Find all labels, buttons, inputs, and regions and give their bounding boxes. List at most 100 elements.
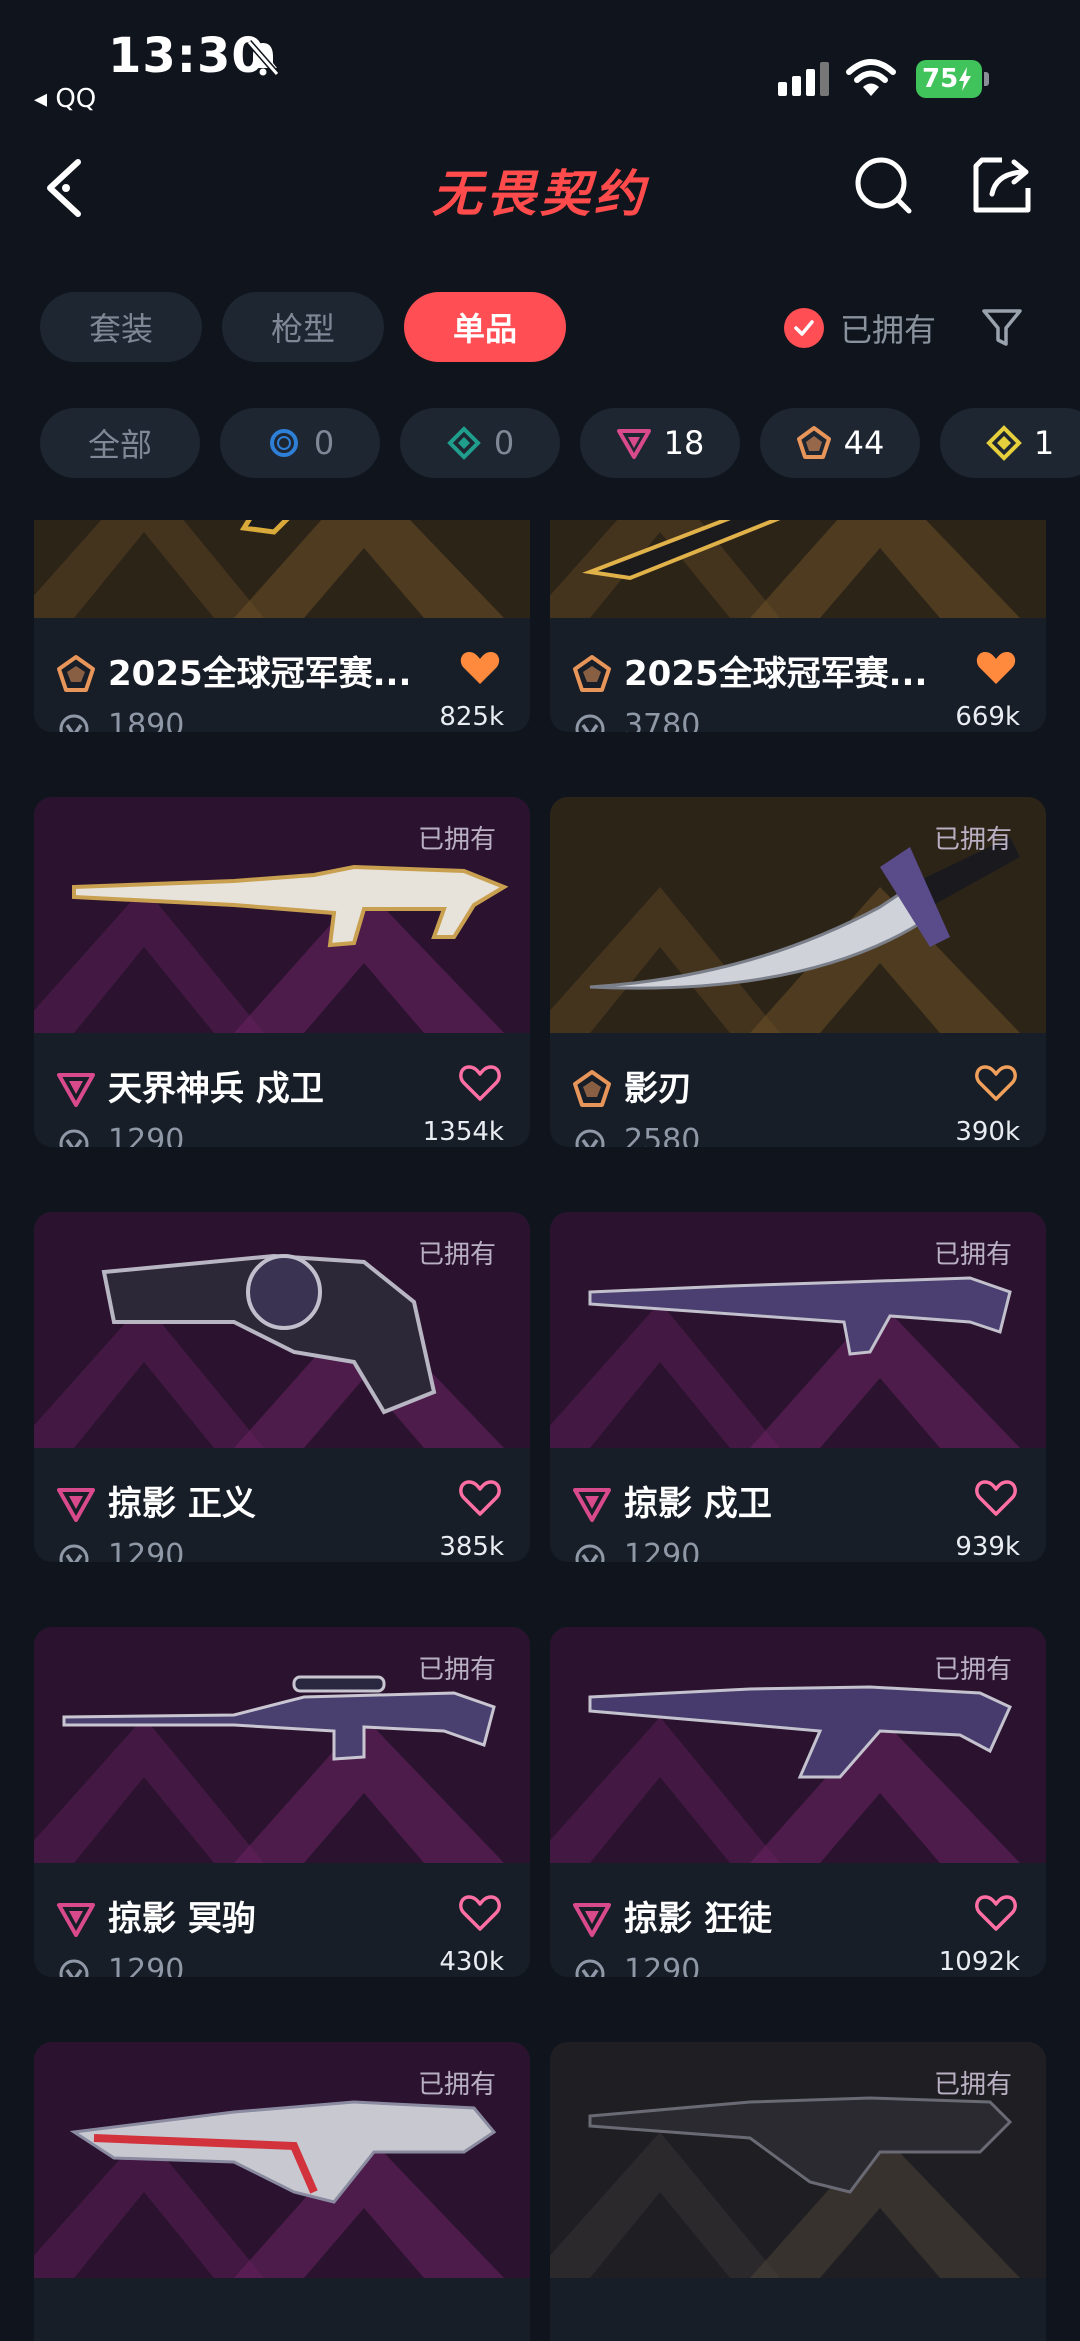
vp-currency-icon — [59, 1129, 89, 1147]
premium-tier-icon — [57, 1903, 95, 1937]
exclusive-tier-icon — [573, 1070, 611, 1107]
item-card[interactable]: 已拥有 — [34, 2042, 530, 2341]
item-name: 掠影 冥驹 — [108, 1899, 256, 1939]
item-card[interactable]: 已拥有 — [550, 2042, 1046, 2341]
item-price: 2580 — [624, 1123, 701, 1147]
premium-tier-icon — [57, 1073, 95, 1107]
owned-filter-toggle[interactable]: 已拥有 — [784, 303, 936, 353]
item-card[interactable]: 已拥有2025全球冠军赛...1890825k — [34, 520, 530, 732]
vp-currency-icon — [59, 1544, 89, 1562]
item-card[interactable]: 已拥有掠影 冥驹 1290 430k — [34, 1627, 530, 1977]
ultra-tier-icon — [985, 425, 1022, 461]
item-card[interactable]: 已拥有2025全球冠军赛...3780669k — [550, 520, 1046, 732]
heart-icon[interactable] — [974, 1063, 1018, 1103]
premium-tier-icon — [616, 429, 651, 459]
like-count: 669k — [955, 702, 1020, 732]
heart-icon[interactable] — [974, 1478, 1018, 1518]
vp-currency-icon — [575, 1959, 605, 1977]
heart-icon[interactable] — [974, 1893, 1018, 1933]
like-count: 390k — [955, 1117, 1020, 1147]
like-count: 1354k — [422, 1117, 504, 1147]
item-name: 2025全球冠军赛... — [108, 654, 412, 694]
chip-ultra-tier[interactable]: 1 — [940, 408, 1080, 478]
share-icon[interactable] — [972, 154, 1034, 216]
chip-select-tier[interactable]: 0 — [220, 408, 380, 478]
back-to-app-link[interactable]: ◂ QQ — [34, 84, 96, 114]
item-price: 1290 — [108, 1538, 185, 1562]
tab-single-items[interactable]: 单品 — [404, 292, 566, 362]
item-card[interactable]: 已拥有掠影 正义 1290 385k — [34, 1212, 530, 1562]
item-name: 2025全球冠军赛... — [624, 654, 928, 694]
item-image — [550, 520, 1046, 618]
wifi-icon — [846, 59, 896, 96]
deluxe-tier-icon — [446, 426, 481, 460]
exclusive-tier-icon — [796, 426, 831, 459]
item-name: 掠影 戍卫 — [624, 1484, 772, 1524]
item-price: 3780 — [624, 708, 701, 732]
check-icon — [784, 308, 824, 348]
tab-bundles[interactable]: 套装 — [40, 292, 202, 362]
battery-cap — [984, 72, 989, 86]
category-tabs: 套装 枪型 单品 — [40, 292, 566, 362]
search-icon[interactable] — [852, 154, 914, 216]
heart-icon[interactable] — [458, 1893, 502, 1933]
item-name: 掠影 正义 — [108, 1484, 256, 1524]
item-card[interactable]: 已拥有掠影 狂徒 1290 1092k — [550, 1627, 1046, 1977]
owned-tag: 已拥有 — [933, 2070, 1012, 2100]
chip-count: 0 — [493, 424, 515, 462]
like-count: 939k — [955, 1532, 1020, 1562]
heart-icon[interactable] — [458, 1478, 502, 1518]
like-count: 430k — [439, 1947, 504, 1977]
item-price: 1290 — [108, 1953, 185, 1977]
vp-currency-icon — [575, 1544, 605, 1562]
premium-tier-icon — [573, 1903, 611, 1937]
item-card[interactable]: 已拥有 掠影 戍卫 1290 939k — [550, 1212, 1046, 1562]
chip-all[interactable]: 全部 — [40, 408, 200, 478]
owned-tag: 已拥有 — [417, 825, 496, 855]
bell-muted-icon — [246, 40, 280, 76]
battery-level: 75 — [922, 64, 959, 94]
item-card[interactable]: 已拥有 影刃 2580 390k — [550, 797, 1046, 1147]
chip-count: 1 — [1033, 424, 1055, 462]
rarity-chips: 全部 0 0 18 44 1 — [40, 408, 1080, 478]
charging-icon — [959, 67, 972, 91]
item-price: 1290 — [108, 1123, 185, 1147]
select-tier-icon — [269, 429, 298, 457]
item-name: 天界神兵 戍卫 — [108, 1069, 324, 1109]
owned-tag: 已拥有 — [417, 1240, 496, 1270]
item-price: 1290 — [624, 1953, 701, 1977]
chip-count: 18 — [663, 424, 705, 462]
item-name: 掠影 狂徒 — [624, 1899, 772, 1939]
chip-exclusive-tier[interactable]: 44 — [760, 408, 920, 478]
tab-weapon-types[interactable]: 枪型 — [222, 292, 384, 362]
premium-tier-icon — [573, 1488, 611, 1522]
like-count: 825k — [439, 702, 504, 732]
chip-premium-tier[interactable]: 18 — [580, 408, 740, 478]
vp-currency-icon — [575, 714, 605, 732]
app-header: 无畏契约 — [0, 130, 1080, 240]
owned-tag: 已拥有 — [933, 1240, 1012, 1270]
chip-deluxe-tier[interactable]: 0 — [400, 408, 560, 478]
premium-tier-icon — [57, 1488, 95, 1522]
item-card[interactable]: 已拥有天界神兵 戍卫 1290 1354k — [34, 797, 530, 1147]
heart-icon[interactable] — [458, 648, 502, 688]
item-name: 影刃 — [624, 1069, 692, 1109]
signal-icon — [778, 62, 829, 96]
like-count: 1092k — [938, 1947, 1020, 1977]
item-price: 1890 — [108, 708, 185, 732]
owned-tag: 已拥有 — [933, 1655, 1012, 1685]
item-grid: 已拥有 2025全球冠军赛... 1890 825k 已拥有 2025全球冠军赛... 37… — [34, 520, 1046, 2341]
like-count: 385k — [439, 1532, 504, 1562]
chip-count: 0 — [313, 424, 335, 462]
heart-icon[interactable] — [974, 648, 1018, 688]
heart-icon[interactable] — [458, 1063, 502, 1103]
item-image — [34, 520, 530, 618]
battery-indicator: 75 — [916, 60, 982, 98]
exclusive-tier-icon — [57, 655, 95, 692]
owned-tag: 已拥有 — [417, 1655, 496, 1685]
filter-funnel-icon[interactable] — [980, 306, 1024, 350]
chip-count: 44 — [843, 424, 885, 462]
vp-currency-icon — [575, 1129, 605, 1147]
exclusive-tier-icon — [573, 655, 611, 692]
owned-filter-label: 已拥有 — [840, 311, 937, 349]
